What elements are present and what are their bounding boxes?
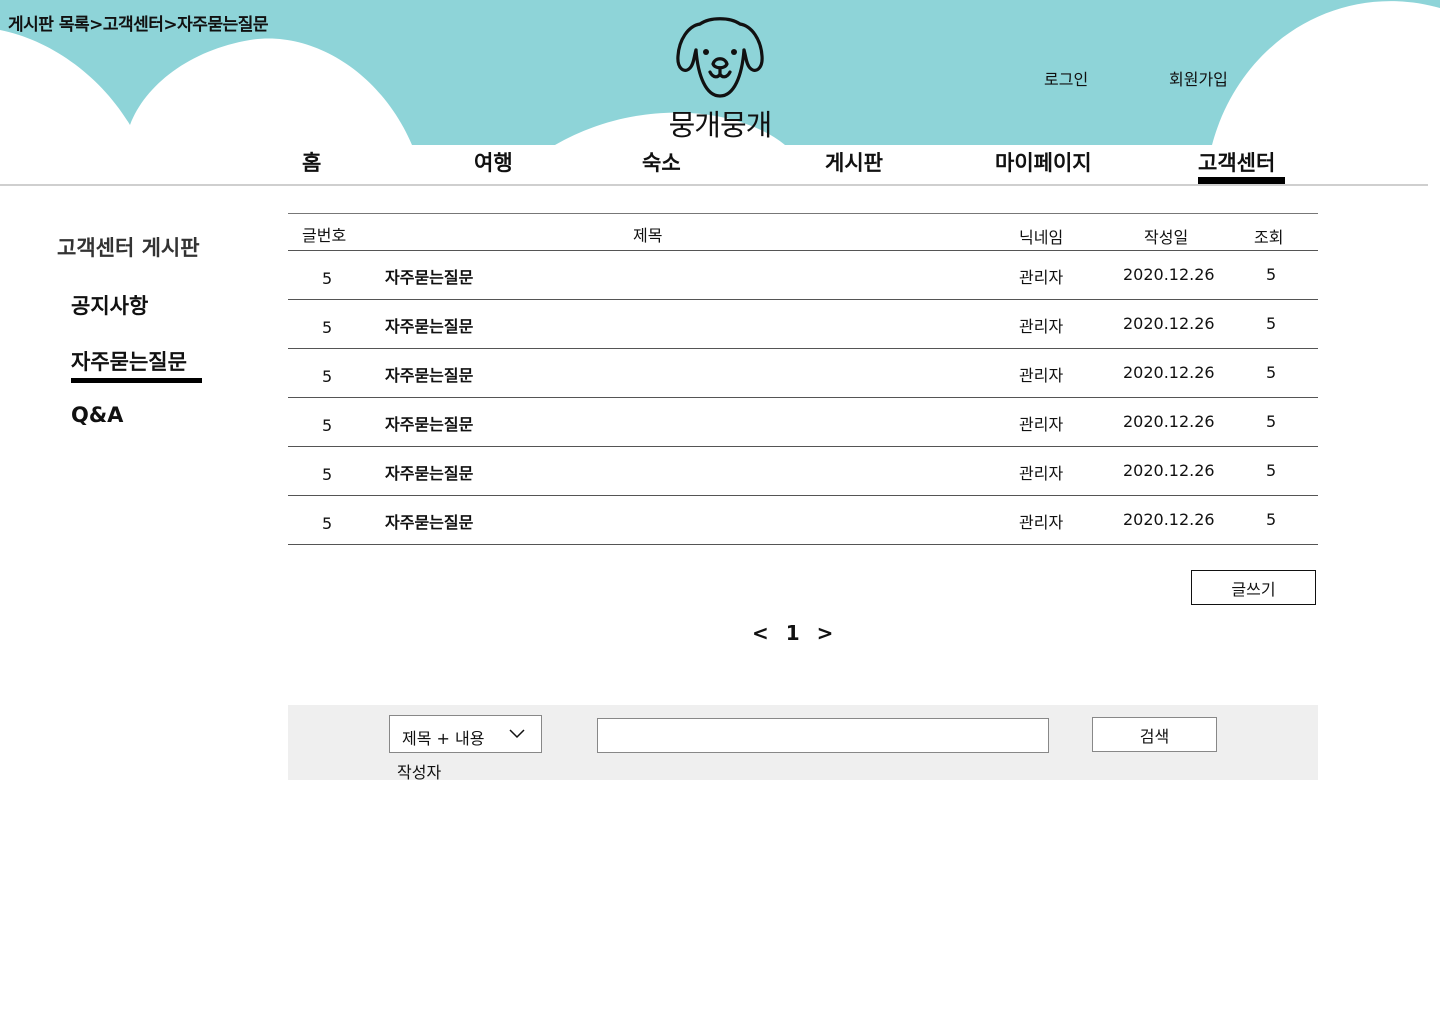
search-button[interactable]: 검색 [1092,717,1217,752]
row-nickname: 관리자 [1019,366,1064,385]
search-type-option-author[interactable]: 작성자 [397,759,441,783]
nav-travel[interactable]: 여행 [474,147,513,177]
row-nickname: 관리자 [1019,317,1064,336]
sidebar-item-qna[interactable]: Q&A [71,403,123,427]
search-type-select[interactable]: 제목 + 내용 [389,715,542,753]
row-date: 2020.12.26 [1123,461,1215,480]
sidebar-item-faq[interactable]: 자주묻는질문 [71,346,187,376]
header-nickname: 닉네임 [1019,228,1064,247]
row-title[interactable]: 자주묻는질문 [385,460,473,484]
row-views: 5 [1266,461,1277,480]
table-row[interactable]: 5 자주묻는질문 관리자 2020.12.26 5 [288,251,1318,300]
row-nickname: 관리자 [1019,513,1064,532]
row-date: 2020.12.26 [1123,265,1215,284]
breadcrumb: 게시판 목록>고객센터>자주묻는질문 [8,10,269,35]
row-title[interactable]: 자주묻는질문 [385,411,473,435]
write-post-button[interactable]: 글쓰기 [1191,570,1316,605]
row-no: 5 [322,367,333,386]
row-date: 2020.12.26 [1123,314,1215,333]
header-views: 조회 [1254,228,1284,247]
table-header: 글번호 제목 닉네임 작성일 조회 [288,213,1318,251]
row-title[interactable]: 자주묻는질문 [385,264,473,288]
dog-face-icon [676,17,764,98]
pagination: < 1 > [752,621,833,645]
next-page-button[interactable]: > [817,621,834,645]
row-views: 5 [1266,265,1277,284]
row-title[interactable]: 자주묻는질문 [385,362,473,386]
sidebar-item-notice[interactable]: 공지사항 [71,290,148,320]
row-date: 2020.12.26 [1123,363,1215,382]
row-nickname: 관리자 [1019,268,1064,287]
row-no: 5 [322,465,333,484]
nav-lodging[interactable]: 숙소 [642,147,681,177]
row-no: 5 [322,416,333,435]
search-input[interactable] [597,718,1049,753]
row-nickname: 관리자 [1019,464,1064,483]
sidebar-title: 고객센터 게시판 [57,236,200,260]
row-views: 5 [1266,510,1277,529]
row-views: 5 [1266,314,1277,333]
row-title[interactable]: 자주묻는질문 [385,509,473,533]
prev-page-button[interactable]: < [752,621,769,645]
header-no: 글번호 [302,226,347,245]
table-row[interactable]: 5 자주묻는질문 관리자 2020.12.26 5 [288,300,1318,349]
header-date: 작성일 [1144,228,1189,247]
nav-mypage[interactable]: 마이페이지 [995,147,1092,177]
nav-home[interactable]: 홈 [302,147,321,177]
nav-customer-center[interactable]: 고객센터 [1198,147,1275,177]
table-row[interactable]: 5 자주묻는질문 관리자 2020.12.26 5 [288,349,1318,398]
row-title[interactable]: 자주묻는질문 [385,313,473,337]
row-no: 5 [322,318,333,337]
search-type-selected: 제목 + 내용 [402,729,485,748]
row-no: 5 [322,269,333,288]
table-row[interactable]: 5 자주묻는질문 관리자 2020.12.26 5 [288,447,1318,496]
table-row[interactable]: 5 자주묻는질문 관리자 2020.12.26 5 [288,398,1318,447]
row-no: 5 [322,514,333,533]
sidebar-active-indicator [71,378,202,383]
row-date: 2020.12.26 [1123,412,1215,431]
page-number-current[interactable]: 1 [786,621,800,645]
logo-text: 뭉개뭉개 [668,108,773,142]
row-views: 5 [1266,363,1277,382]
faq-table: 글번호 제목 닉네임 작성일 조회 5 자주묻는질문 관리자 2020.12.2… [288,213,1318,545]
signup-link[interactable]: 회원가입 [1169,66,1228,90]
login-link[interactable]: 로그인 [1044,66,1088,90]
header-title: 제목 [633,226,663,245]
row-nickname: 관리자 [1019,415,1064,434]
site-logo[interactable]: 뭉개뭉개 [660,16,780,142]
row-date: 2020.12.26 [1123,510,1215,529]
row-views: 5 [1266,412,1277,431]
table-row[interactable]: 5 자주묻는질문 관리자 2020.12.26 5 [288,496,1318,545]
search-bar: 제목 + 내용 작성자 검색 [288,705,1318,783]
breadcrumb-text: 게시판 목록>고객센터>자주묻는질문 [8,15,269,35]
nav-divider [0,184,1428,186]
nav-board[interactable]: 게시판 [825,147,883,177]
chevron-down-icon [509,729,525,739]
